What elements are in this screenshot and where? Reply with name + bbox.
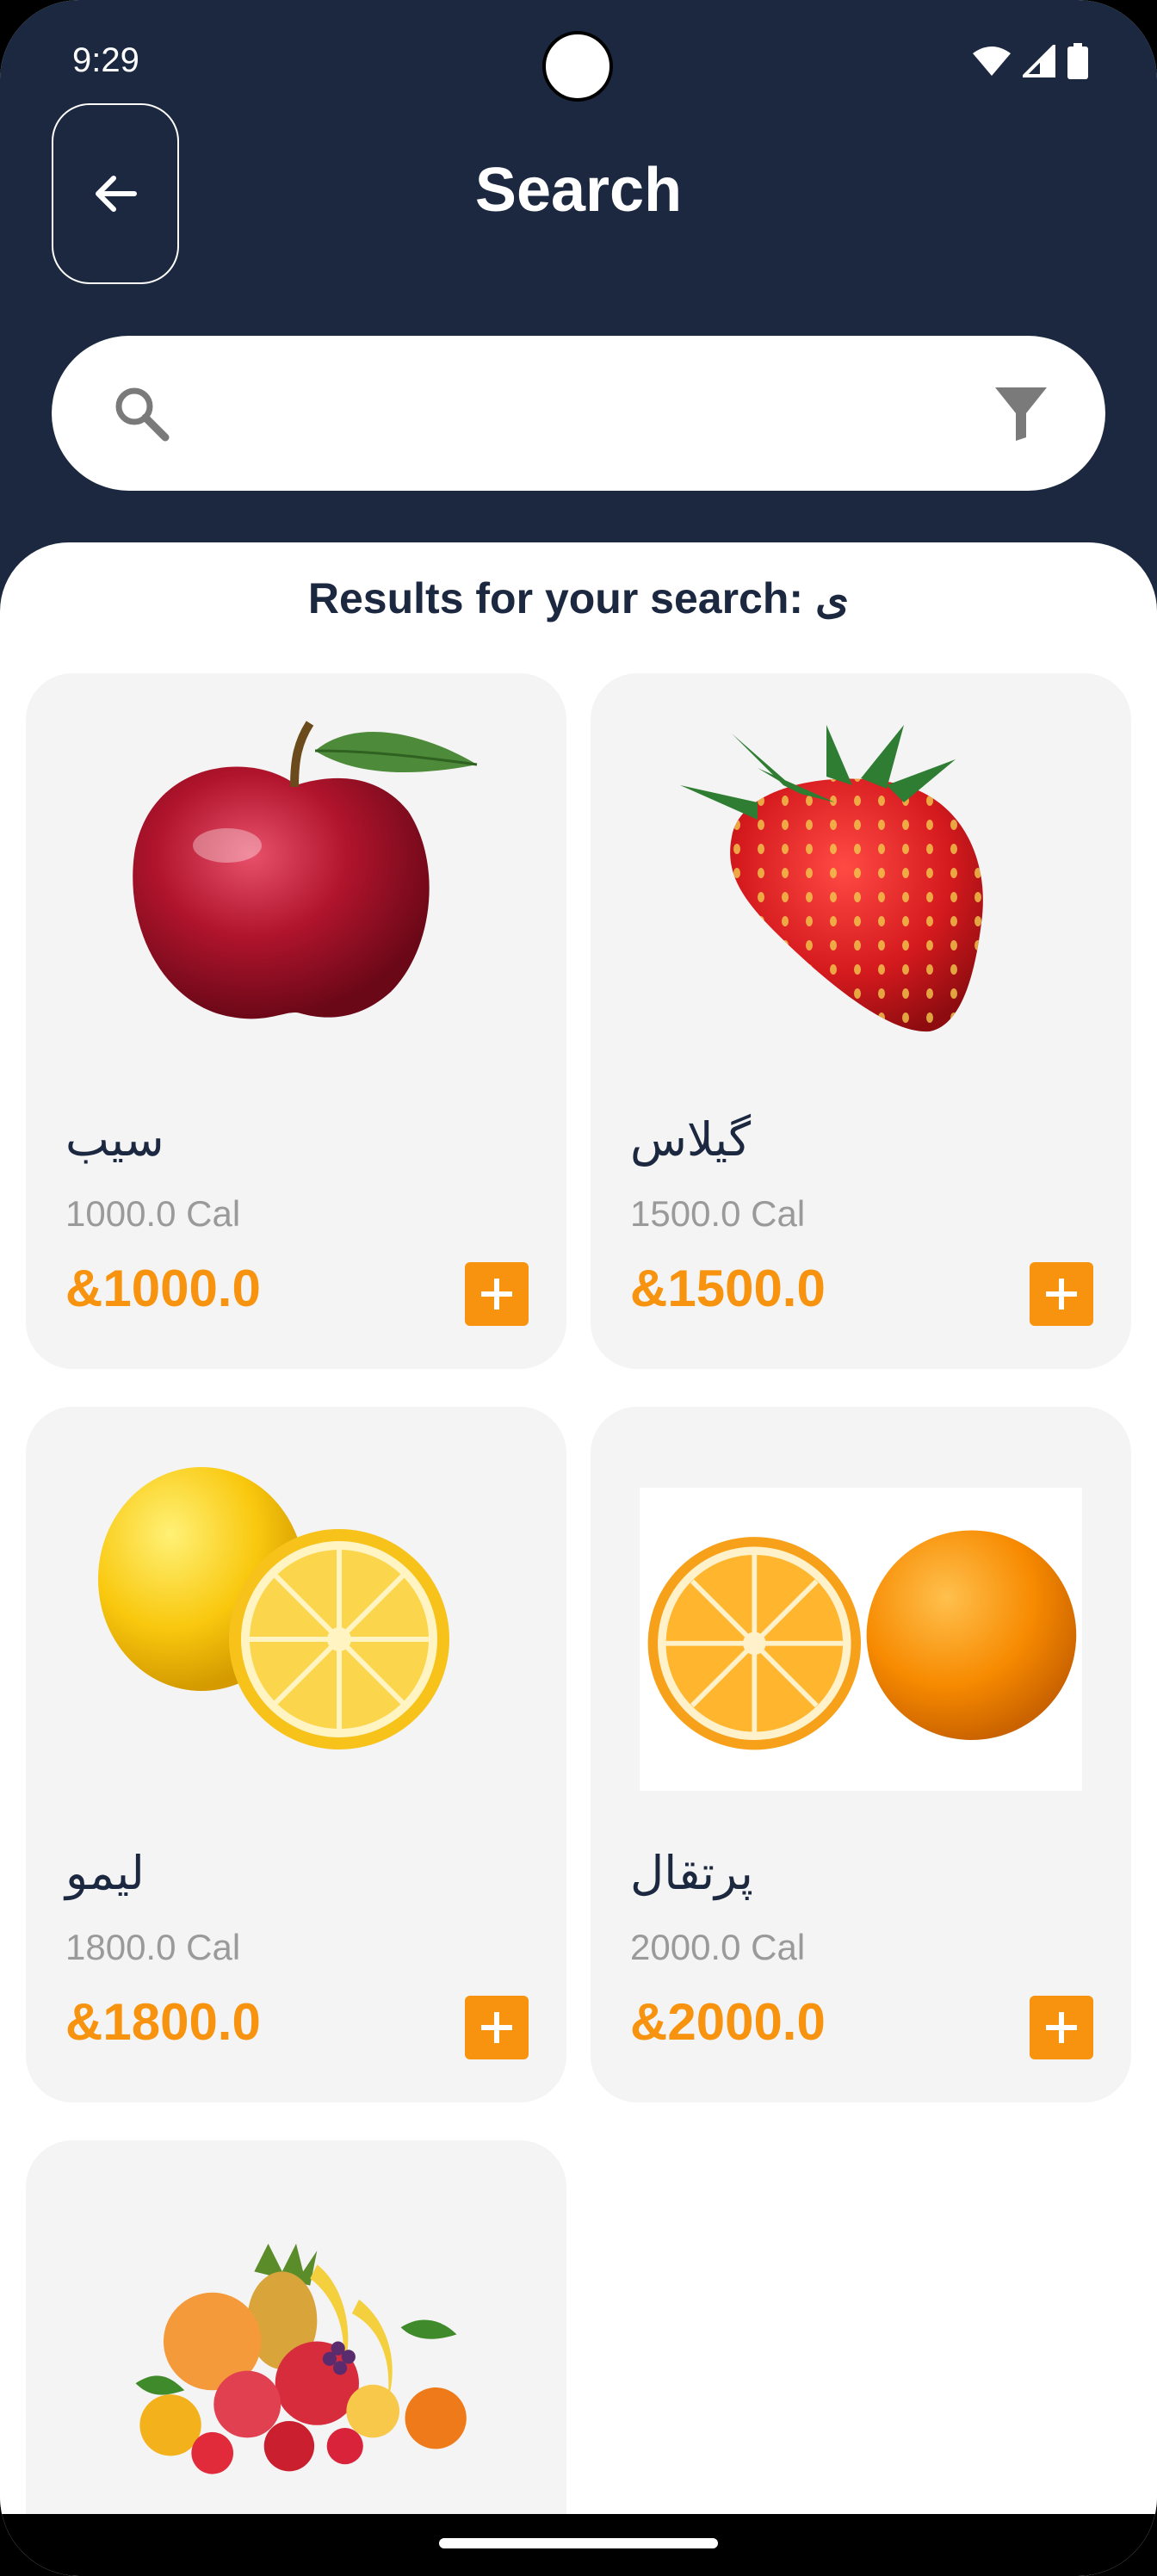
- camera-cutout: [542, 31, 613, 102]
- search-input[interactable]: [198, 370, 976, 458]
- phone-screen: 9:29 Search Results for your search: ی س…: [0, 0, 1157, 2576]
- add-to-cart-button[interactable]: [1030, 1262, 1093, 1326]
- page-title: Search: [474, 156, 683, 225]
- product-name: سیب: [65, 1112, 164, 1167]
- lemon-image: [98, 1467, 449, 1749]
- product-calories: 1800.0 Cal: [65, 1927, 241, 1967]
- plus-icon: [1046, 2012, 1077, 2043]
- add-to-cart-button[interactable]: [465, 1996, 529, 2059]
- header: 9:29 Search: [0, 0, 1157, 620]
- product-card[interactable]: لیمو 1800.0 Cal &1800.0: [26, 1407, 566, 2102]
- product-price: &2000.0: [630, 1993, 826, 2051]
- add-to-cart-button[interactable]: [465, 1262, 529, 1326]
- add-to-cart-button[interactable]: [1030, 1996, 1093, 2059]
- results-panel: Results for your search: ی سیب 1000.0 Ca…: [0, 542, 1157, 2576]
- product-name: لیمو: [65, 1846, 145, 1900]
- apple-image: [133, 721, 478, 1019]
- product-price: &1500.0: [630, 1260, 826, 1317]
- results-label: Results for your search: ی: [307, 574, 850, 622]
- mixed-fruits-image: [135, 2244, 467, 2474]
- product-calories: 1500.0 Cal: [630, 1193, 806, 1234]
- wifi-icon: [973, 46, 1011, 76]
- product-name: گیلاس: [630, 1112, 752, 1167]
- status-time: 9:29: [72, 41, 139, 79]
- product-card[interactable]: پرتقال 2000.0 Cal &2000.0: [591, 1407, 1131, 2102]
- product-card[interactable]: [26, 2140, 566, 2571]
- product-calories: 1000.0 Cal: [65, 1193, 241, 1234]
- plus-icon: [1046, 1279, 1077, 1310]
- orange-image: [640, 1488, 1082, 1791]
- product-price: &1800.0: [65, 1993, 261, 2051]
- battery-icon: [1067, 43, 1088, 79]
- search-icon[interactable]: [110, 382, 172, 444]
- product-calories: 2000.0 Cal: [630, 1927, 806, 1967]
- product-name: پرتقال: [630, 1846, 753, 1900]
- status-icons: [973, 43, 1088, 79]
- product-card[interactable]: سیب 1000.0 Cal &1000.0: [26, 673, 566, 1369]
- plus-icon: [481, 1279, 512, 1310]
- home-gesture-handle[interactable]: [439, 2538, 718, 2548]
- signal-icon: [1023, 45, 1055, 77]
- strawberry-image: [680, 725, 983, 1032]
- search-bar: [52, 336, 1105, 491]
- product-card[interactable]: گیلاس 1500.0 Cal &1500.0: [591, 673, 1131, 1369]
- plus-icon: [481, 2012, 512, 2043]
- filter-icon[interactable]: [993, 384, 1049, 443]
- product-price: &1000.0: [65, 1260, 261, 1317]
